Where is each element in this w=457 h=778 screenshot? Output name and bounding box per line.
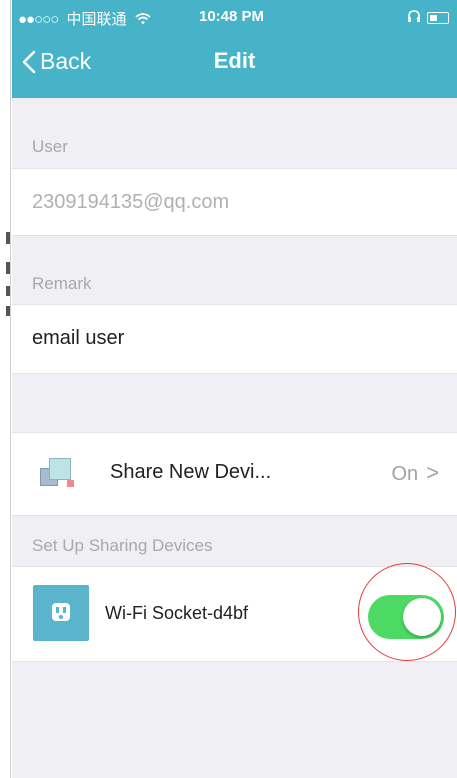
share-devices-icon: [40, 458, 74, 488]
carrier-name: 中国联通: [66, 11, 127, 28]
share-new-devices-row[interactable]: Share New Devi... On >: [12, 432, 457, 516]
chevron-right-icon: >: [426, 460, 439, 485]
navigation-bar: Back Edit: [12, 34, 457, 98]
window-edge-mark: [6, 262, 10, 274]
page-title: Edit: [213, 48, 256, 73]
sharing-section-header: Set Up Sharing Devices: [12, 516, 457, 566]
status-bar: ●●○○○ 中国联通 10:48 PM: [12, 0, 457, 34]
user-header-label: User: [32, 137, 68, 156]
user-row: 2309194135@qq.com: [12, 168, 457, 236]
carrier-info: ●●○○○ 中国联通: [18, 8, 151, 29]
share-row-label: Share New Devi...: [110, 461, 272, 483]
share-row-status: On: [391, 463, 419, 485]
annotation-circle: [358, 563, 456, 661]
share-row-value: On >: [391, 460, 439, 486]
wifi-socket-icon: [33, 585, 89, 641]
status-time: 10:48 PM: [199, 8, 265, 25]
remark-section-header: Remark: [12, 236, 457, 304]
window-edge-line: [10, 0, 11, 778]
remark-header-label: Remark: [32, 274, 92, 293]
remark-row[interactable]: email user: [12, 304, 457, 374]
wifi-icon: [135, 12, 151, 29]
phone-screen: ●●○○○ 中国联通 10:48 PM Back Edit User 23091…: [12, 0, 457, 778]
sharing-header-label: Set Up Sharing Devices: [32, 536, 213, 555]
device-name: Wi-Fi Socket-d4bf: [105, 603, 249, 623]
user-value: 2309194135@qq.com: [32, 191, 230, 213]
battery-icon: [427, 11, 449, 24]
user-section-header: User: [12, 98, 457, 168]
status-indicators: [407, 9, 449, 26]
remark-input[interactable]: email user: [32, 327, 124, 350]
headphone-icon: [407, 9, 421, 26]
window-edge-mark: [6, 306, 10, 316]
window-edge-mark: [6, 286, 10, 296]
signal-strength-icon: ●●○○○: [18, 11, 59, 28]
window-edge-mark: [6, 232, 10, 244]
